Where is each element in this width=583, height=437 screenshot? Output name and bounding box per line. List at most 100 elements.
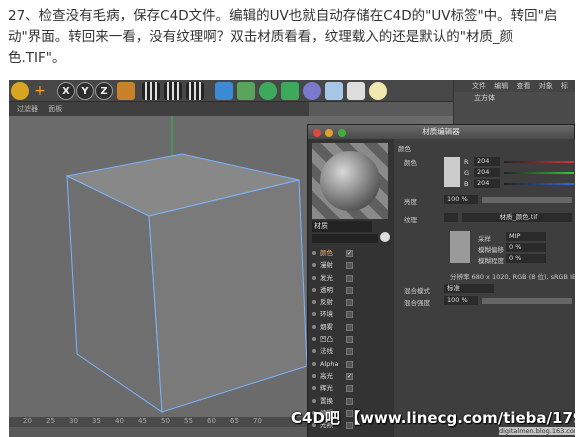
r-slider[interactable] (504, 161, 574, 163)
b-slider[interactable] (504, 183, 574, 185)
channel-checkbox[interactable] (346, 286, 353, 294)
coordinate-system-icon[interactable] (117, 82, 135, 100)
channel-item[interactable]: 环境 (308, 308, 394, 320)
channel-checkbox[interactable] (346, 299, 353, 307)
r-value-field[interactable]: 204 (474, 157, 500, 166)
nurbs-icon[interactable] (259, 82, 277, 100)
watermark: C4D吧 【www.linecg.com/tieba/1799】 (291, 409, 575, 427)
close-window-button[interactable] (313, 129, 321, 137)
b-value-field[interactable]: 204 (474, 179, 500, 188)
channel-checkbox[interactable] (346, 360, 353, 368)
axis-x-button[interactable]: X (57, 82, 75, 100)
menu-panel[interactable]: 面板 (48, 105, 62, 113)
r-row: R 204 (464, 157, 574, 167)
material-name-field[interactable]: 材质 (312, 221, 372, 232)
axis-z-button[interactable]: Z (95, 82, 113, 100)
cube-front-face (148, 179, 308, 413)
material-editor-titlebar[interactable]: 材质编辑器 (308, 125, 574, 139)
channel-item[interactable]: 凹凸 (308, 333, 394, 345)
floor-icon[interactable] (325, 82, 343, 100)
material-editor-title: 材质编辑器 (422, 127, 460, 136)
channel-label: 置换 (320, 396, 333, 405)
cube-object-icon[interactable] (215, 82, 233, 100)
menu-object[interactable]: 对象 (539, 82, 553, 90)
channel-item[interactable]: 辉光 (308, 382, 394, 394)
brightness-field[interactable]: 100 % (444, 195, 478, 204)
g-value-field[interactable]: 204 (474, 168, 500, 177)
channel-bullet-icon (312, 324, 316, 329)
object-row-cube[interactable]: 立方体 (454, 92, 575, 104)
channel-item[interactable]: 颜色 ✓ (308, 247, 394, 259)
menu-tag[interactable]: 标 (561, 82, 568, 90)
menu-file[interactable]: 文件 (472, 82, 486, 90)
channel-checkbox[interactable] (346, 336, 353, 344)
channel-bullet-icon (312, 287, 316, 292)
mix-strength-label: 混合强度 (404, 299, 430, 307)
channel-checkbox[interactable]: ✓ (346, 250, 353, 257)
axis-y-button[interactable]: Y (76, 82, 94, 100)
menu-filter[interactable]: 过滤器 (17, 105, 38, 113)
channel-item[interactable]: Alpha (308, 358, 394, 370)
light-icon[interactable] (369, 82, 387, 100)
channel-checkbox[interactable] (346, 397, 353, 405)
undo-icon[interactable] (11, 82, 29, 100)
render-settings-icon[interactable] (186, 82, 204, 100)
caption: 27、检查没有毛病，保存C4D文件。编辑的UV也就自动存储在C4D的"UV标签"… (8, 6, 578, 69)
mix-strength-field[interactable]: 100 % (444, 296, 478, 305)
b-row: B 204 (464, 179, 574, 189)
channel-checkbox[interactable] (346, 311, 353, 319)
minimize-window-button[interactable] (325, 129, 334, 137)
g-slider[interactable] (504, 172, 574, 174)
blog-credit: digitalmen.blog.163.com (499, 427, 575, 435)
color-swatch[interactable] (444, 157, 460, 187)
object-manager-menu: 文件 编辑 查看 对象 标 (454, 80, 575, 92)
channel-label: Alpha (320, 359, 339, 368)
channel-checkbox[interactable] (346, 385, 353, 393)
channel-label: 烟雾 (320, 322, 333, 331)
search-icon[interactable] (380, 232, 390, 242)
channel-item[interactable]: 置换 (308, 395, 394, 407)
g-label: G (464, 169, 470, 177)
sampling-select[interactable]: MIP (506, 232, 546, 241)
channel-item[interactable]: 透明 (308, 284, 394, 296)
channel-item[interactable]: 漫射 (308, 259, 394, 271)
channel-checkbox[interactable] (346, 262, 353, 270)
zoom-window-button[interactable] (337, 129, 346, 137)
mix-strength-slider[interactable] (482, 298, 572, 304)
ruler-tick: 35 (92, 417, 101, 425)
channel-checkbox[interactable] (346, 348, 353, 356)
deformer-icon[interactable] (303, 82, 321, 100)
channel-checkbox[interactable]: ✓ (346, 372, 353, 380)
ruler-tick: 25 (46, 417, 55, 425)
ruler-tick: 50 (161, 417, 170, 425)
render-picture-icon[interactable] (164, 82, 182, 100)
channel-item[interactable]: 发光 (308, 272, 394, 284)
channel-checkbox[interactable] (346, 274, 353, 282)
material-preview[interactable] (312, 143, 388, 219)
camera-icon[interactable] (347, 82, 365, 100)
channel-checkbox[interactable] (346, 323, 353, 331)
spline-icon[interactable] (237, 82, 255, 100)
channel-item[interactable]: 法线 (308, 345, 394, 357)
channel-item[interactable]: 反射 (308, 296, 394, 308)
brightness-slider[interactable] (482, 197, 572, 203)
ruler-tick: 65 (230, 417, 239, 425)
render-view-icon[interactable] (142, 82, 160, 100)
mix-mode-select[interactable]: 标准 (444, 284, 494, 293)
blur-offset-field[interactable]: 0 % (506, 243, 546, 252)
material-editor-window: 材质编辑器 材质 颜色 ✓ 漫射 发光 透明 反射 环境 烟雾 凹凸 法线 Alpha 高光 ✓ 辉光 置换… (307, 124, 575, 437)
move-tool-icon[interactable]: + (31, 82, 49, 100)
texture-file-field[interactable]: 材质_颜色.tif (462, 213, 572, 222)
blur-scale-field[interactable]: 0 % (506, 254, 546, 263)
menu-edit[interactable]: 编辑 (494, 82, 508, 90)
preview-sphere (320, 151, 380, 211)
menu-view[interactable]: 查看 (516, 82, 530, 90)
channel-item[interactable]: 高光 ✓ (308, 370, 394, 382)
channel-item[interactable]: 烟雾 (308, 321, 394, 333)
channel-search-field[interactable] (312, 234, 378, 243)
texture-menu-button[interactable] (444, 213, 458, 222)
ruler-tick: 40 (115, 417, 124, 425)
caption-line-1: 27、检查没有毛病，保存C4D文件。编辑的UV也就自动存储在C4D的"UV标签"… (8, 8, 558, 24)
array-icon[interactable] (281, 82, 299, 100)
color-label: 颜色 (404, 159, 417, 167)
